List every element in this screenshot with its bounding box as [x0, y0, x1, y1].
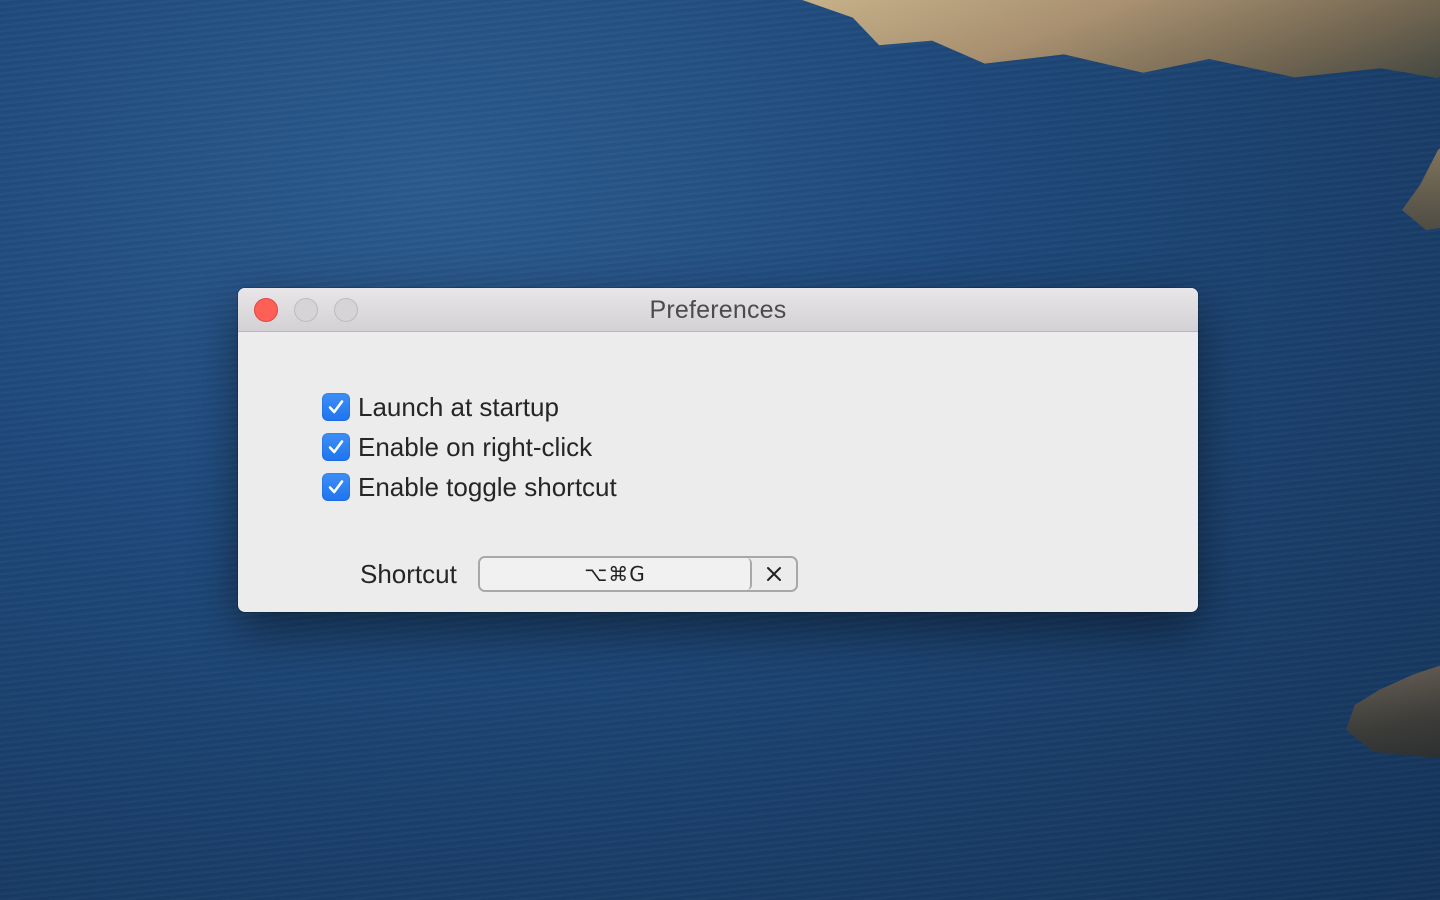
enable-right-click-label[interactable]: Enable on right-click: [358, 432, 592, 463]
window-title: Preferences: [649, 296, 787, 324]
checkmark-icon: [328, 480, 344, 494]
checkmark-icon: [328, 400, 344, 414]
shortcut-label: Shortcut: [360, 558, 457, 589]
launch-at-startup-checkbox[interactable]: [322, 393, 350, 421]
enable-toggle-shortcut-label[interactable]: Enable toggle shortcut: [358, 472, 617, 503]
wallpaper-rock: [1402, 130, 1440, 230]
shortcut-input[interactable]: ⌥⌘G: [480, 558, 752, 590]
enable-right-click-option[interactable]: Enable on right-click: [322, 432, 592, 463]
wallpaper-rock: [800, 0, 1440, 82]
enable-toggle-shortcut-checkbox[interactable]: [322, 473, 350, 501]
close-x-icon: [767, 567, 781, 581]
preferences-window: Preferences Launch at startup Enable on …: [238, 288, 1198, 612]
enable-right-click-checkbox[interactable]: [322, 433, 350, 461]
launch-at-startup-option[interactable]: Launch at startup: [322, 392, 559, 423]
launch-at-startup-label[interactable]: Launch at startup: [358, 392, 559, 423]
wallpaper-rock: [1346, 660, 1440, 760]
clear-shortcut-button[interactable]: [752, 558, 796, 590]
shortcut-row: Shortcut ⌥⌘G: [360, 556, 798, 592]
shortcut-recorder[interactable]: ⌥⌘G: [478, 556, 798, 592]
enable-toggle-shortcut-option[interactable]: Enable toggle shortcut: [322, 472, 617, 503]
desktop-wallpaper: Preferences Launch at startup Enable on …: [0, 0, 1440, 900]
checkmark-icon: [328, 440, 344, 454]
window-titlebar[interactable]: Preferences: [238, 288, 1198, 332]
